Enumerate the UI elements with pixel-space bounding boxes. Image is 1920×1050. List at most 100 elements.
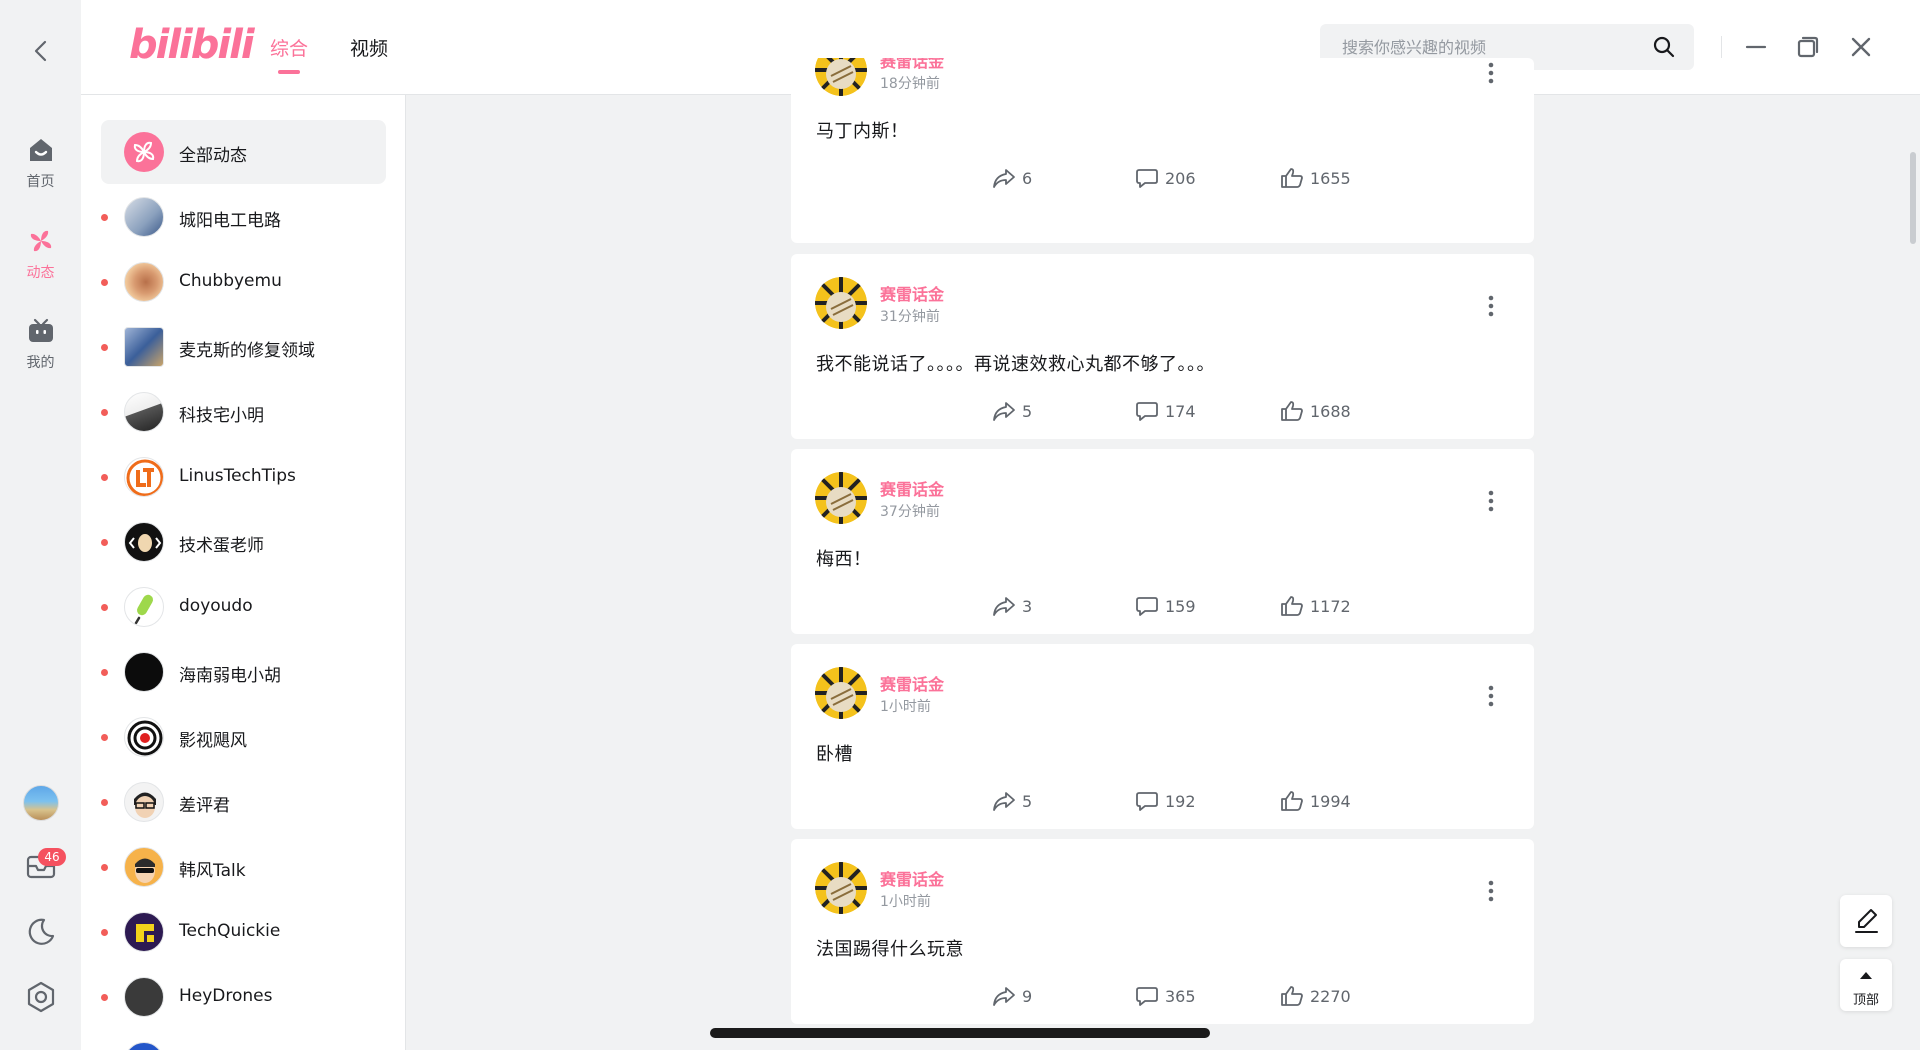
- share-count: 5: [1022, 402, 1033, 421]
- avatar: [124, 522, 164, 562]
- tv-icon: [28, 318, 53, 342]
- sidebar-item-label: 全部动态: [179, 146, 247, 166]
- toolbar-divider: [1721, 36, 1722, 58]
- minimize-icon[interactable]: [1742, 33, 1770, 61]
- author-avatar[interactable]: [815, 472, 867, 524]
- comment-count: 365: [1165, 987, 1196, 1006]
- update-dot: [101, 279, 108, 286]
- scrollbar-thumb[interactable]: [1910, 152, 1916, 244]
- author-name[interactable]: 赛雷话金: [880, 58, 944, 72]
- author-avatar[interactable]: [815, 277, 867, 329]
- back-arrow-icon[interactable]: [29, 38, 55, 64]
- more-options-icon[interactable]: [1481, 684, 1501, 708]
- share-count: 9: [1022, 987, 1033, 1006]
- more-options-icon[interactable]: [1481, 61, 1501, 85]
- sidebar-item-label: 海南弱电小胡: [179, 666, 281, 686]
- edit-pen-icon: [1855, 909, 1878, 933]
- share-count: 5: [1022, 792, 1033, 811]
- post-time: 18分钟前: [880, 76, 940, 92]
- sidebar-item-following[interactable]: 城阳电工电路: [101, 185, 386, 249]
- rail-item-mine[interactable]: 我的: [0, 316, 81, 372]
- author-name[interactable]: 赛雷话金: [880, 866, 944, 890]
- post-time: 1小时前: [880, 699, 931, 715]
- post-text: 梅西！: [816, 549, 872, 570]
- comment-count: 192: [1165, 792, 1196, 811]
- like-count: 1994: [1310, 792, 1351, 811]
- author-avatar[interactable]: [815, 58, 867, 96]
- sidebar-item-label: HeyDrones: [179, 986, 273, 1006]
- avatar: [124, 587, 164, 627]
- author-name[interactable]: 赛雷话金: [880, 476, 944, 500]
- sidebar-item-label: LinusTechTips: [179, 466, 296, 486]
- like-count: 1172: [1310, 597, 1351, 616]
- thumbs-up-icon: [1281, 596, 1303, 616]
- update-dot: [101, 604, 108, 611]
- restore-icon[interactable]: [1794, 33, 1822, 61]
- like-count: 1655: [1310, 169, 1351, 188]
- sidebar-item-following[interactable]: 麦克斯的修复领域: [101, 315, 386, 379]
- more-options-icon[interactable]: [1481, 879, 1501, 903]
- comment-count: 174: [1165, 402, 1196, 421]
- sidebar-item-following[interactable]: doyoudo: [101, 575, 386, 639]
- post-text: 我不能说话了。。。。再说速效救心丸都不够了。。。: [816, 354, 1215, 375]
- sidebar-item-following[interactable]: HeyDrones: [101, 965, 386, 1029]
- settings-icon[interactable]: [24, 980, 58, 1014]
- post-card: 赛雷话金 18分钟前 马丁内斯！ 6 206 1655: [791, 58, 1534, 243]
- sidebar-item-following[interactable]: [101, 1030, 386, 1050]
- sidebar-item-following[interactable]: 差评君: [101, 770, 386, 834]
- avatar: [124, 457, 164, 497]
- rail-item-dynamics[interactable]: 动态: [0, 226, 81, 282]
- sidebar-item-all-dynamics[interactable]: 全部动态: [101, 120, 386, 184]
- thumbs-up-icon: [1281, 168, 1303, 188]
- avatar: [124, 847, 164, 887]
- avatar: [124, 262, 164, 302]
- night-mode-icon[interactable]: [24, 915, 58, 949]
- avatar: [124, 652, 164, 692]
- sidebar-item-following[interactable]: 科技宅小明: [101, 380, 386, 444]
- bilibili-logo[interactable]: bilibili: [129, 22, 255, 68]
- sidebar-item-label: 技术蛋老师: [179, 536, 264, 556]
- author-name[interactable]: 赛雷话金: [880, 671, 944, 695]
- tab-video[interactable]: 视频: [350, 34, 388, 61]
- post-card: 赛雷话金 1小时前 法国踢得什么玩意 9 365 2270: [791, 839, 1534, 1024]
- update-dot: [101, 539, 108, 546]
- sidebar-item-following[interactable]: Chubbyemu: [101, 250, 386, 314]
- author-avatar[interactable]: [815, 862, 867, 914]
- share-count: 6: [1022, 169, 1033, 188]
- left-rail: 首页 动态 我的 46: [0, 0, 81, 1050]
- user-avatar[interactable]: [23, 785, 59, 821]
- rail-item-home[interactable]: 首页: [0, 135, 81, 191]
- share-icon: [993, 169, 1015, 188]
- home-icon: [29, 139, 52, 161]
- thumbs-up-icon: [1281, 986, 1303, 1006]
- update-dot: [101, 994, 108, 1001]
- post-text: 法国踢得什么玩意: [816, 939, 964, 960]
- back-to-top-button[interactable]: 顶部: [1840, 959, 1892, 1011]
- comment-count: 159: [1165, 597, 1196, 616]
- share-icon: [993, 792, 1015, 811]
- sidebar-item-following[interactable]: 韩风Talk: [101, 835, 386, 899]
- share-icon: [993, 402, 1015, 421]
- sidebar-item-following[interactable]: TechQuickie: [101, 900, 386, 964]
- more-options-icon[interactable]: [1481, 294, 1501, 318]
- close-icon[interactable]: [1847, 33, 1875, 61]
- search-icon[interactable]: [1652, 35, 1676, 59]
- update-dot: [101, 474, 108, 481]
- post-time: 1小时前: [880, 894, 931, 910]
- sidebar-item-label: 麦克斯的修复领域: [179, 341, 315, 361]
- sidebar-item-following[interactable]: 海南弱电小胡: [101, 640, 386, 704]
- tab-comprehensive[interactable]: 综合: [270, 34, 308, 74]
- sidebar-item-following[interactable]: 影视飓风: [101, 705, 386, 769]
- compose-button[interactable]: [1840, 895, 1892, 947]
- update-dot: [101, 344, 108, 351]
- home-indicator[interactable]: [710, 1028, 1210, 1038]
- sidebar-item-following[interactable]: LinusTechTips: [101, 445, 386, 509]
- post-time: 37分钟前: [880, 504, 940, 520]
- sidebar-item-following[interactable]: 技术蛋老师: [101, 510, 386, 574]
- author-avatar[interactable]: [815, 667, 867, 719]
- more-options-icon[interactable]: [1481, 489, 1501, 513]
- update-dot: [101, 409, 108, 416]
- post-text: 卧槽: [816, 744, 853, 765]
- author-name[interactable]: 赛雷话金: [880, 281, 944, 305]
- avatar: [124, 1042, 164, 1050]
